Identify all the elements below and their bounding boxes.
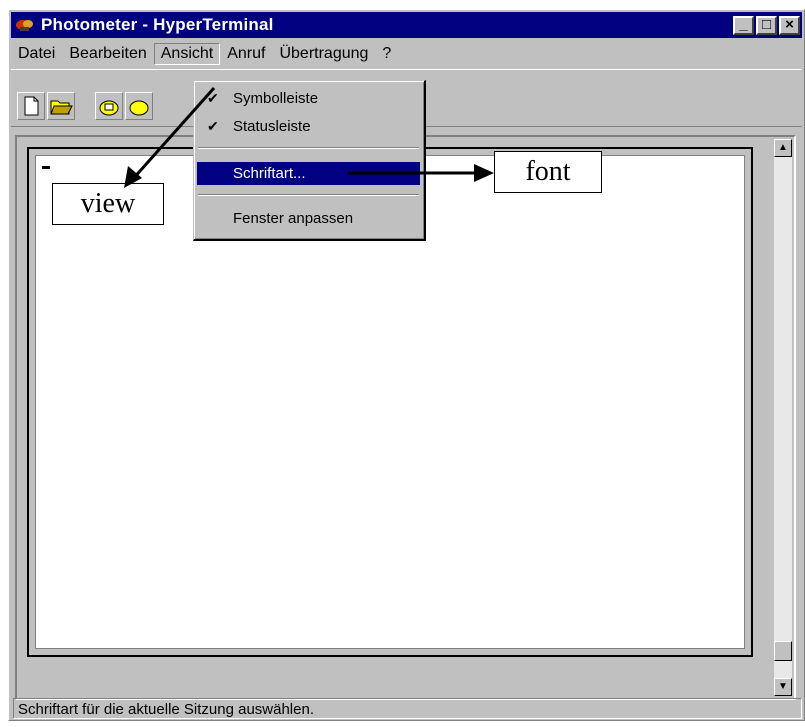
maximize-button[interactable]: □ [756, 15, 777, 35]
close-button[interactable]: × [779, 15, 800, 35]
checkmark-icon: ✔ [207, 90, 219, 106]
menu-item-schriftart[interactable]: Schriftart... [197, 162, 420, 185]
disconnect-phone-icon[interactable] [125, 92, 153, 120]
app-icon [15, 16, 35, 34]
menu-bar: Datei Bearbeiten Ansicht Anruf Übertragu… [11, 41, 802, 67]
text-cursor [42, 166, 50, 169]
menu-bearbeiten[interactable]: Bearbeiten [62, 43, 153, 65]
title-bar[interactable]: Photometer - HyperTerminal _ □ × [11, 12, 802, 38]
menu-help[interactable]: ? [375, 43, 398, 65]
font-callout: font [494, 151, 602, 193]
menu-uebertragung[interactable]: Übertragung [272, 43, 375, 65]
menu-ansicht[interactable]: Ansicht [153, 43, 221, 65]
connect-phone-icon[interactable] [95, 92, 123, 120]
scroll-down-icon[interactable]: ▼ [774, 678, 792, 696]
menu-anruf[interactable]: Anruf [220, 43, 272, 65]
menu-item-symbolleiste[interactable]: ✔ Symbolleiste [197, 87, 420, 110]
vertical-scrollbar[interactable]: ▲ ▼ [774, 139, 792, 696]
menu-item-statusleiste[interactable]: ✔ Statusleiste [197, 115, 420, 138]
menu-item-label: Statusleiste [233, 118, 311, 135]
status-text: Schriftart für die aktuelle Sitzung ausw… [13, 698, 802, 719]
window-title: Photometer - HyperTerminal [41, 15, 274, 34]
view-callout: view [52, 183, 164, 225]
menu-separator [198, 194, 419, 196]
minimize-button[interactable]: _ [733, 15, 754, 35]
new-icon[interactable] [17, 92, 45, 120]
menu-item-label: Symbolleiste [233, 90, 319, 107]
status-bar: Schriftart für die aktuelle Sitzung ausw… [11, 697, 804, 719]
menu-datei[interactable]: Datei [11, 43, 62, 65]
menu-item-fenster-anpassen[interactable]: Fenster anpassen [197, 207, 420, 230]
menu-item-label: Schriftart... [233, 165, 306, 182]
view-menu-dropdown: ✔ Symbolleiste ✔ Statusleiste Schriftart… [193, 80, 426, 241]
scroll-thumb[interactable] [774, 641, 792, 661]
checkmark-icon: ✔ [207, 118, 219, 134]
scroll-up-icon[interactable]: ▲ [774, 139, 792, 157]
open-folder-icon[interactable] [47, 92, 75, 120]
menu-separator [198, 147, 419, 149]
menu-item-label: Fenster anpassen [233, 210, 354, 227]
